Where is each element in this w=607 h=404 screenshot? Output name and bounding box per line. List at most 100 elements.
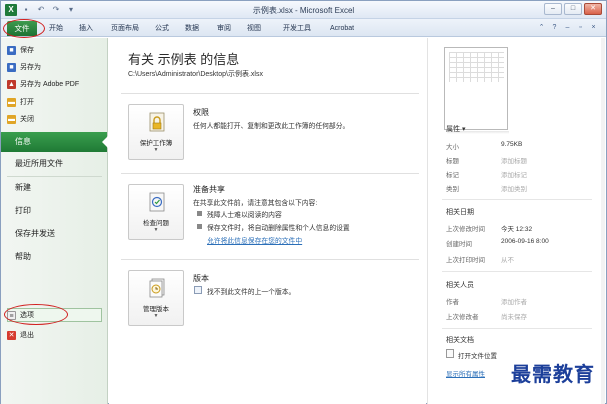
info-panel: 有关 示例表 的信息 C:\Users\Administrator\Deskto… xyxy=(109,38,426,404)
nav-save-label: 保存 xyxy=(20,47,34,54)
related-docs-header: 相关文档 xyxy=(446,337,474,344)
backstage-nav: ■ 保存 ■ 另存为 ▲ 另存为 Adobe PDF ▬ 打开 ▬ 关闭 信息 … xyxy=(1,38,108,404)
maximize-button[interactable]: □ xyxy=(564,3,582,15)
tab-view[interactable]: 视图 xyxy=(243,22,265,35)
bullet-accessibility: 残障人士难以阅读的内容 xyxy=(207,212,282,219)
allow-save-info-link[interactable]: 允许将此信息保存在您的文件中 xyxy=(207,235,302,245)
close-workbook-icon[interactable]: × xyxy=(589,23,598,32)
protect-workbook-button[interactable]: 保护工作簿 ▼ xyxy=(128,104,184,160)
tab-developer[interactable]: 开发工具 xyxy=(279,22,315,35)
minimize-button[interactable]: – xyxy=(544,3,562,15)
vertical-scrollbar[interactable] xyxy=(601,38,605,404)
nav-recent[interactable]: 最近所用文件 xyxy=(1,154,107,174)
open-folder-icon: ▬ xyxy=(7,97,16,107)
prop-val-tags[interactable]: 添加标记 xyxy=(501,169,527,179)
versions-icon xyxy=(149,278,165,298)
nav-exit-label: 退出 xyxy=(20,332,34,339)
tab-home[interactable]: 开始 xyxy=(45,22,67,35)
exit-icon: ✕ xyxy=(7,330,16,340)
file-tab-highlight-circle xyxy=(3,19,45,38)
window-title: 示例表.xlsx - Microsoft Excel xyxy=(252,6,355,15)
prop-val-category[interactable]: 添加类别 xyxy=(501,183,527,193)
open-file-location-link[interactable]: 打开文件位置 xyxy=(458,350,497,360)
props-divider xyxy=(442,199,592,200)
minimize-ribbon-icon[interactable]: ⌃ xyxy=(537,23,546,32)
pdf-icon: ▲ xyxy=(7,79,16,89)
prop-key-title: 标题 xyxy=(446,158,459,165)
bullet-icon xyxy=(197,224,202,229)
props-divider xyxy=(442,271,592,272)
prop-val-printed: 从不 xyxy=(501,257,514,264)
check-issues-button[interactable]: 检查问题 ▼ xyxy=(128,184,184,240)
versions-text: 找不到此文件的上一个版本。 xyxy=(207,289,296,296)
nav-new[interactable]: 新建 xyxy=(1,178,107,198)
nav-help[interactable]: 帮助 xyxy=(1,247,107,267)
nav-save-as[interactable]: ■ 另存为 xyxy=(7,61,41,73)
restore-window-icon[interactable]: ▫ xyxy=(576,23,585,32)
title-bar: X ▪ ↶ ↷ ▾ 示例表.xlsx - Microsoft Excel – □… xyxy=(1,1,606,19)
properties-header[interactable]: 属性 ▾ xyxy=(446,124,465,134)
nav-divider xyxy=(7,176,102,177)
dropdown-arrow-icon: ▼ xyxy=(153,227,159,233)
nav-info[interactable]: 信息 xyxy=(1,132,108,152)
options-highlight-circle xyxy=(4,304,68,325)
show-all-properties-link[interactable]: 显示所有属性 xyxy=(446,368,485,378)
page-title: 有关 示例表 的信息 xyxy=(128,52,240,67)
check-document-icon xyxy=(149,192,165,212)
prop-key-last-modified-by: 上次修改者 xyxy=(446,314,479,321)
window-controls: – □ ✕ xyxy=(544,3,602,15)
restore-icon[interactable]: – xyxy=(563,23,572,32)
related-dates-header: 相关日期 xyxy=(446,209,474,216)
prop-val-modified: 今天 12:32 xyxy=(501,226,533,233)
protect-workbook-label: 保护工作簿 xyxy=(139,140,173,147)
tab-insert[interactable]: 插入 xyxy=(75,22,97,35)
tab-review[interactable]: 审阅 xyxy=(213,22,235,35)
tab-acrobat[interactable]: Acrobat xyxy=(325,22,359,35)
prop-key-modified: 上次修改时间 xyxy=(446,226,485,233)
section-divider xyxy=(121,173,419,174)
close-file-icon: ▬ xyxy=(7,114,16,124)
nav-open[interactable]: ▬ 打开 xyxy=(7,96,34,108)
manage-versions-label: 管理版本 xyxy=(143,306,169,313)
prop-key-author: 作者 xyxy=(446,299,459,306)
ribbon-right-icons: ⌃ ? – ▫ × xyxy=(537,23,598,32)
prop-key-category: 类别 xyxy=(446,186,459,193)
manage-versions-button[interactable]: 管理版本 ▼ xyxy=(128,270,184,326)
thumbnail-grid xyxy=(449,52,504,82)
prop-val-size: 9.75KB xyxy=(501,141,523,148)
nav-save-as-label: 另存为 xyxy=(20,64,41,71)
nav-save-as-pdf[interactable]: ▲ 另存为 Adobe PDF xyxy=(7,78,79,90)
prepare-share-text: 在共享此文件前，请注意其包含以下内容: xyxy=(193,200,318,207)
properties-panel: 属性 ▾ 大小 9.75KB 标题 添加标题 标记 添加标记 类别 添加类别 相… xyxy=(427,38,605,404)
related-people-header: 相关人员 xyxy=(446,282,474,289)
save-as-icon: ■ xyxy=(7,62,16,72)
prop-val-title[interactable]: 添加标题 xyxy=(501,155,527,165)
nav-exit[interactable]: ✕ 退出 xyxy=(7,329,34,341)
lock-icon xyxy=(149,112,165,132)
dropdown-arrow-icon: ▼ xyxy=(153,313,159,319)
file-path: C:\Users\Administrator\Desktop\示例表.xlsx xyxy=(128,71,263,78)
ribbon-tab-bar: 文件 开始 插入 页面布局 公式 数据 审阅 视图 开发工具 Acrobat ⌃… xyxy=(1,19,606,38)
close-button[interactable]: ✕ xyxy=(584,3,602,15)
nav-save[interactable]: ■ 保存 xyxy=(7,44,34,56)
nav-print[interactable]: 打印 xyxy=(1,201,107,221)
prop-val-author[interactable]: 添加作者 xyxy=(501,296,527,306)
help-icon[interactable]: ? xyxy=(550,23,559,32)
tab-page-layout[interactable]: 页面布局 xyxy=(105,22,145,35)
permissions-text: 任何人都能打开、复制和更改此工作簿的任何部分。 xyxy=(193,123,350,130)
prop-val-created: 2006-09-16 8:00 xyxy=(501,238,549,245)
section-divider xyxy=(121,93,419,94)
save-icon: ■ xyxy=(7,45,16,55)
nav-close-label: 关闭 xyxy=(20,116,34,123)
nav-close[interactable]: ▬ 关闭 xyxy=(7,113,34,125)
prop-key-created: 创建时间 xyxy=(446,241,472,248)
tab-formulas[interactable]: 公式 xyxy=(151,22,173,35)
props-divider xyxy=(442,328,592,329)
versions-heading: 版本 xyxy=(193,274,209,283)
prepare-share-heading: 准备共享 xyxy=(193,185,225,194)
excel-window: X ▪ ↶ ↷ ▾ 示例表.xlsx - Microsoft Excel – □… xyxy=(0,0,607,404)
watermark-text: 最需教育 xyxy=(511,362,595,386)
nav-save-as-pdf-label: 另存为 Adobe PDF xyxy=(20,81,80,88)
tab-data[interactable]: 数据 xyxy=(181,22,203,35)
nav-save-send[interactable]: 保存并发送 xyxy=(1,224,107,244)
